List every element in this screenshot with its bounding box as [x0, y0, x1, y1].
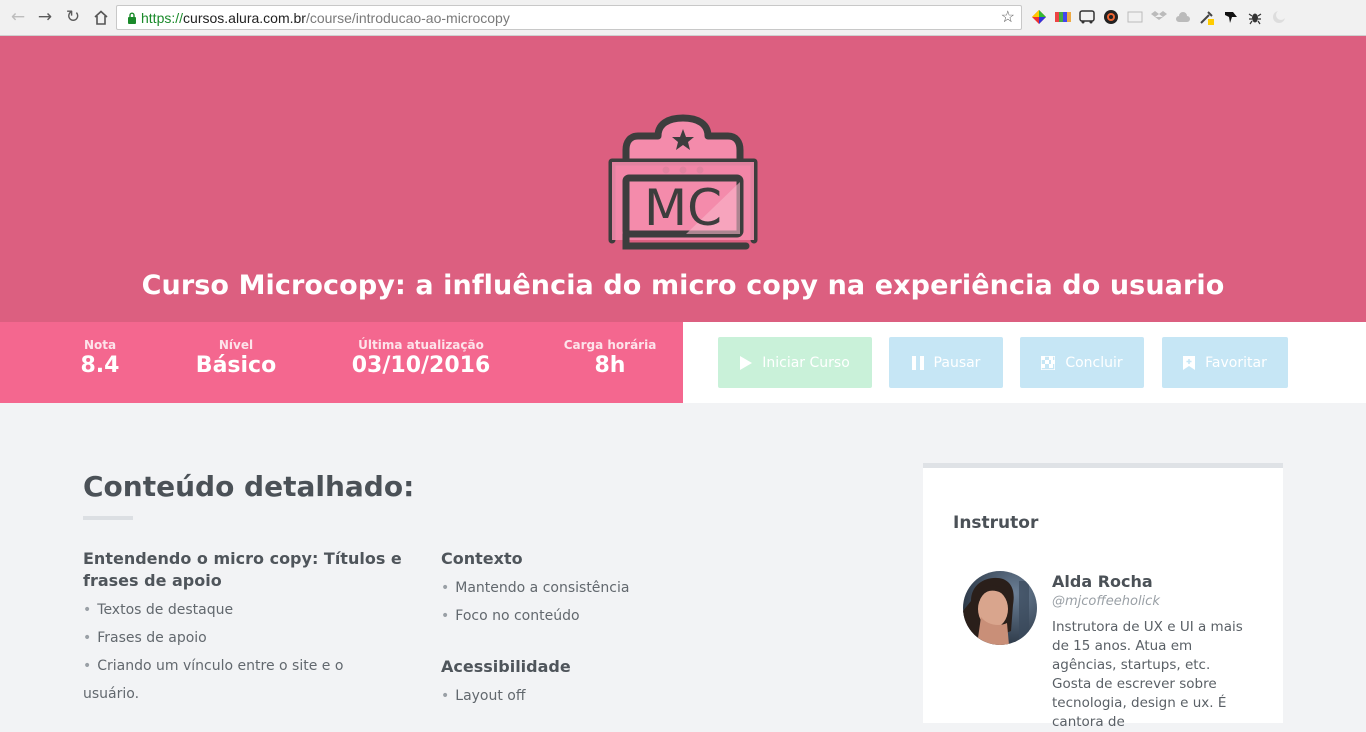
- bus-extension-icon[interactable]: [1078, 8, 1096, 26]
- stat-label: Última atualização: [358, 338, 484, 352]
- section-list: • Mantendo a consistência • Foco no conteú…: [441, 574, 741, 630]
- list-item: • Frases de apoio: [83, 630, 207, 646]
- reload-icon[interactable]: ↻: [60, 4, 86, 30]
- instructor-card: Instrutor Alda Rocha @mjcoffeeholick Ins…: [923, 463, 1283, 730]
- stat-value: 8h: [594, 353, 626, 378]
- course-info-bar: Nota 8.4 Nível Básico Última atualização…: [0, 322, 1366, 403]
- color-picker-extension-icon[interactable]: [1030, 8, 1048, 26]
- stat-value: 8.4: [80, 353, 120, 378]
- finish-button[interactable]: Concluir: [1020, 337, 1144, 388]
- content-heading: Conteúdo detalhado:: [83, 470, 415, 503]
- instructor-bio: Instrutora de UX e UI a mais de 15 anos.…: [1052, 619, 1243, 730]
- section-list: • Layout off: [441, 682, 741, 710]
- course-logo-icon: MC: [608, 114, 758, 250]
- bird-extension-icon[interactable]: [1222, 8, 1240, 26]
- start-course-label: Iniciar Curso: [762, 354, 850, 371]
- content-section: Acessibilidade • Layout off: [441, 656, 741, 710]
- section-list: • Textos de destaque • Frases de apoio • Cr…: [83, 596, 403, 708]
- pause-icon: [911, 355, 924, 370]
- course-title: Curso Microcopy: a influência do micro c…: [141, 270, 1225, 301]
- list-item: • Mantendo a consistência: [441, 580, 630, 596]
- play-icon: [740, 355, 753, 370]
- forward-arrow-icon[interactable]: →: [32, 4, 58, 30]
- bug-extension-icon[interactable]: [1246, 8, 1264, 26]
- svg-text:MC: MC: [644, 179, 722, 237]
- stat-rating: Nota 8.4: [60, 338, 140, 378]
- stat-last-update: Última atualização 03/10/2016: [336, 338, 506, 378]
- browser-toolbar: ← → ↻ https://cursos.alura.com.br/course…: [0, 0, 1366, 36]
- favorite-button[interactable]: Favoritar: [1162, 337, 1288, 388]
- list-item: • Foco no conteúdo: [441, 608, 580, 624]
- course-hero: MC Curso Microcopy: a influência do micr…: [0, 36, 1366, 322]
- list-item: • Textos de destaque: [83, 602, 234, 618]
- home-icon[interactable]: [88, 4, 114, 30]
- cloud-extension-icon[interactable]: [1174, 8, 1192, 26]
- checkered-flag-icon: [1041, 355, 1056, 370]
- stat-workload: Carga horária 8h: [555, 338, 665, 378]
- favorite-label: Favoritar: [1205, 354, 1267, 371]
- section-title: Acessibilidade: [441, 657, 571, 676]
- extensions-area: [1030, 8, 1288, 26]
- ruler-extension-icon[interactable]: [1054, 8, 1072, 26]
- pause-label: Pausar: [933, 354, 981, 371]
- content-section: Contexto • Mantendo a consistência • Foco …: [441, 548, 741, 630]
- stat-value: 03/10/2016: [351, 353, 491, 378]
- content-section: Entendendo o micro copy: Títulos e frase…: [83, 548, 403, 708]
- stat-value: Básico: [195, 353, 277, 378]
- eyedropper-extension-icon[interactable]: [1198, 8, 1216, 26]
- instructor-name[interactable]: Alda Rocha: [1052, 572, 1153, 591]
- bookmark-plus-icon: [1183, 355, 1196, 370]
- stat-label: Nota: [83, 338, 117, 352]
- bookmark-star-icon[interactable]: ☆: [1001, 7, 1015, 27]
- pause-button[interactable]: Pausar: [889, 337, 1003, 388]
- blank-extension-icon[interactable]: [1126, 8, 1144, 26]
- instructor-handle[interactable]: @mjcoffeeholick: [1052, 594, 1160, 609]
- start-course-button[interactable]: Iniciar Curso: [718, 337, 872, 388]
- back-arrow-icon[interactable]: ←: [5, 4, 31, 30]
- url-scheme: https://: [141, 9, 184, 26]
- url-path: /course/introducao-ao-microcopy: [305, 9, 510, 26]
- avatar[interactable]: [963, 571, 1037, 645]
- stat-label: Carga horária: [563, 338, 657, 352]
- url-host: cursos.alura.com.br: [183, 9, 306, 26]
- finish-label: Concluir: [1065, 354, 1123, 371]
- moon-extension-icon[interactable]: [1270, 8, 1288, 26]
- stat-label: Nível: [218, 338, 254, 352]
- list-item: • Layout off: [441, 688, 526, 704]
- stat-level: Nível Básico: [176, 338, 296, 378]
- lock-icon: [123, 12, 141, 24]
- dropbox-extension-icon[interactable]: [1150, 8, 1168, 26]
- course-stats: Nota 8.4 Nível Básico Última atualização…: [0, 322, 683, 403]
- section-title: Entendendo o micro copy: Títulos e frase…: [83, 549, 402, 590]
- section-title: Contexto: [441, 549, 523, 568]
- heading-divider: [83, 516, 133, 520]
- instructor-heading: Instrutor: [953, 513, 1039, 533]
- camera-extension-icon[interactable]: [1102, 8, 1120, 26]
- address-bar[interactable]: https://cursos.alura.com.br/course/intro…: [116, 5, 1022, 30]
